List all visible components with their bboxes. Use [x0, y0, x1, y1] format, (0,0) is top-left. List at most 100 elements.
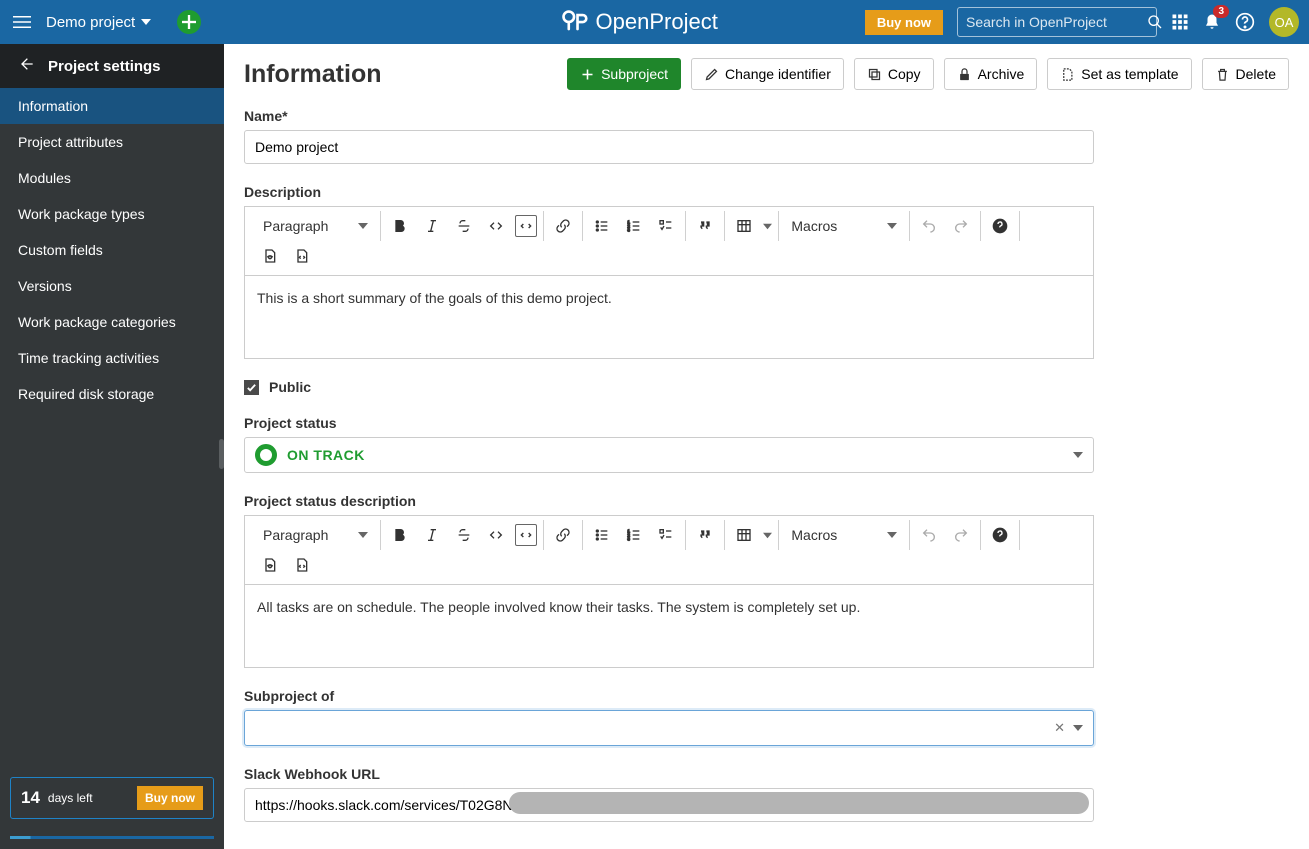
heading-select[interactable]: Paragraph: [257, 214, 374, 238]
global-search[interactable]: [957, 7, 1157, 37]
sidebar-item-versions[interactable]: Versions: [0, 268, 224, 304]
quote-button[interactable]: [692, 213, 718, 239]
lock-icon: [957, 67, 972, 82]
redo-button[interactable]: [948, 522, 974, 548]
subproject-button[interactable]: Subproject: [567, 58, 681, 90]
clear-icon[interactable]: ✕: [1054, 720, 1065, 736]
inline-code-button[interactable]: [483, 213, 509, 239]
description-editor: Paragraph 123 Macros This is a short summa…: [244, 206, 1094, 359]
plus-icon: [182, 15, 196, 29]
search-input[interactable]: [966, 14, 1147, 30]
chevron-down-icon: [1073, 447, 1083, 463]
delete-button[interactable]: Delete: [1202, 58, 1289, 90]
svg-text:3: 3: [628, 536, 631, 541]
redo-button[interactable]: [948, 213, 974, 239]
table-caret[interactable]: [763, 527, 772, 543]
trial-progress: [10, 836, 214, 839]
ol-button[interactable]: 123: [621, 522, 647, 548]
check-icon: [246, 382, 257, 393]
sidebar-item-work-package-types[interactable]: Work package types: [0, 196, 224, 232]
avatar-button[interactable]: OA: [1269, 7, 1299, 37]
sidebar-item-modules[interactable]: Modules: [0, 160, 224, 196]
macros-select[interactable]: Macros: [785, 214, 903, 238]
status-desc-body[interactable]: All tasks are on schedule. The people in…: [245, 585, 1093, 667]
undo-button[interactable]: [916, 522, 942, 548]
ul-button[interactable]: [589, 213, 615, 239]
sidebar-item-work-package-categories[interactable]: Work package categories: [0, 304, 224, 340]
bold-button[interactable]: [387, 522, 413, 548]
copy-button[interactable]: Copy: [854, 58, 934, 90]
sidebar-item-project-attributes[interactable]: Project attributes: [0, 124, 224, 160]
italic-button[interactable]: [419, 522, 445, 548]
sidebar-item-custom-fields[interactable]: Custom fields: [0, 232, 224, 268]
chevron-down-icon: [141, 17, 151, 27]
strike-button[interactable]: [451, 522, 477, 548]
modules-button[interactable]: [1171, 13, 1189, 31]
source-button[interactable]: [289, 243, 315, 269]
avatar-initials: OA: [1275, 15, 1294, 30]
heading-select[interactable]: Paragraph: [257, 523, 374, 547]
notifications-badge: 3: [1213, 5, 1229, 18]
trial-buy-button[interactable]: Buy now: [137, 786, 203, 810]
notifications-button[interactable]: 3: [1203, 13, 1221, 31]
subproject-select[interactable]: ✕: [244, 710, 1094, 746]
public-checkbox[interactable]: [244, 380, 259, 395]
inline-code-button[interactable]: [483, 522, 509, 548]
back-button[interactable]: [18, 56, 34, 76]
undo-button[interactable]: [916, 213, 942, 239]
status-value: ON TRACK: [287, 447, 365, 463]
search-icon: [1147, 14, 1163, 30]
ul-button[interactable]: [589, 522, 615, 548]
openproject-icon: [560, 8, 588, 36]
quick-add-button[interactable]: [177, 10, 201, 34]
trash-icon: [1215, 67, 1230, 82]
task-list-button[interactable]: [653, 213, 679, 239]
archive-button[interactable]: Archive: [944, 58, 1038, 90]
grid-icon: [1171, 13, 1189, 31]
arrow-left-icon: [18, 56, 34, 72]
task-list-button[interactable]: [653, 522, 679, 548]
bold-button[interactable]: [387, 213, 413, 239]
status-desc-label: Project status description: [244, 493, 1094, 509]
name-input[interactable]: [244, 130, 1094, 164]
table-button[interactable]: [731, 213, 757, 239]
status-desc-editor: Paragraph 123 Macros All tasks are on sche…: [244, 515, 1094, 668]
link-button[interactable]: [550, 522, 576, 548]
preview-button[interactable]: [257, 552, 283, 578]
set-template-button[interactable]: Set as template: [1047, 58, 1191, 90]
project-selector[interactable]: Demo project: [46, 14, 151, 31]
code-block-button[interactable]: [515, 524, 537, 546]
help-button[interactable]: [1235, 12, 1255, 32]
italic-button[interactable]: [419, 213, 445, 239]
code-block-button[interactable]: [515, 215, 537, 237]
status-select[interactable]: ON TRACK: [244, 437, 1094, 473]
sidebar-scrollbar[interactable]: [219, 439, 224, 469]
template-icon: [1060, 67, 1075, 82]
source-button[interactable]: [289, 552, 315, 578]
sidebar-title: Project settings: [48, 58, 161, 75]
sidebar-item-required-disk-storage[interactable]: Required disk storage: [0, 376, 224, 412]
preview-button[interactable]: [257, 243, 283, 269]
sidebar-item-information[interactable]: Information: [0, 88, 224, 124]
editor-help-button[interactable]: [987, 213, 1013, 239]
quote-button[interactable]: [692, 522, 718, 548]
table-button[interactable]: [731, 522, 757, 548]
main-menu-toggle[interactable]: [10, 10, 34, 34]
link-button[interactable]: [550, 213, 576, 239]
sidebar-item-time-tracking-activities[interactable]: Time tracking activities: [0, 340, 224, 376]
plus-icon: [580, 67, 595, 82]
app-logo[interactable]: OpenProject: [560, 8, 718, 36]
ol-button[interactable]: 123: [621, 213, 647, 239]
change-identifier-button[interactable]: Change identifier: [691, 58, 844, 90]
description-body[interactable]: This is a short summary of the goals of …: [245, 276, 1093, 358]
description-label: Description: [244, 184, 1094, 200]
status-label: Project status: [244, 415, 1094, 431]
table-caret[interactable]: [763, 218, 772, 234]
strike-button[interactable]: [451, 213, 477, 239]
redacted-mask: [509, 792, 1089, 814]
macros-select[interactable]: Macros: [785, 523, 903, 547]
buy-now-button[interactable]: Buy now: [865, 10, 943, 35]
logo-text: OpenProject: [596, 9, 718, 35]
editor-help-button[interactable]: [987, 522, 1013, 548]
chevron-down-icon: [1073, 721, 1083, 736]
